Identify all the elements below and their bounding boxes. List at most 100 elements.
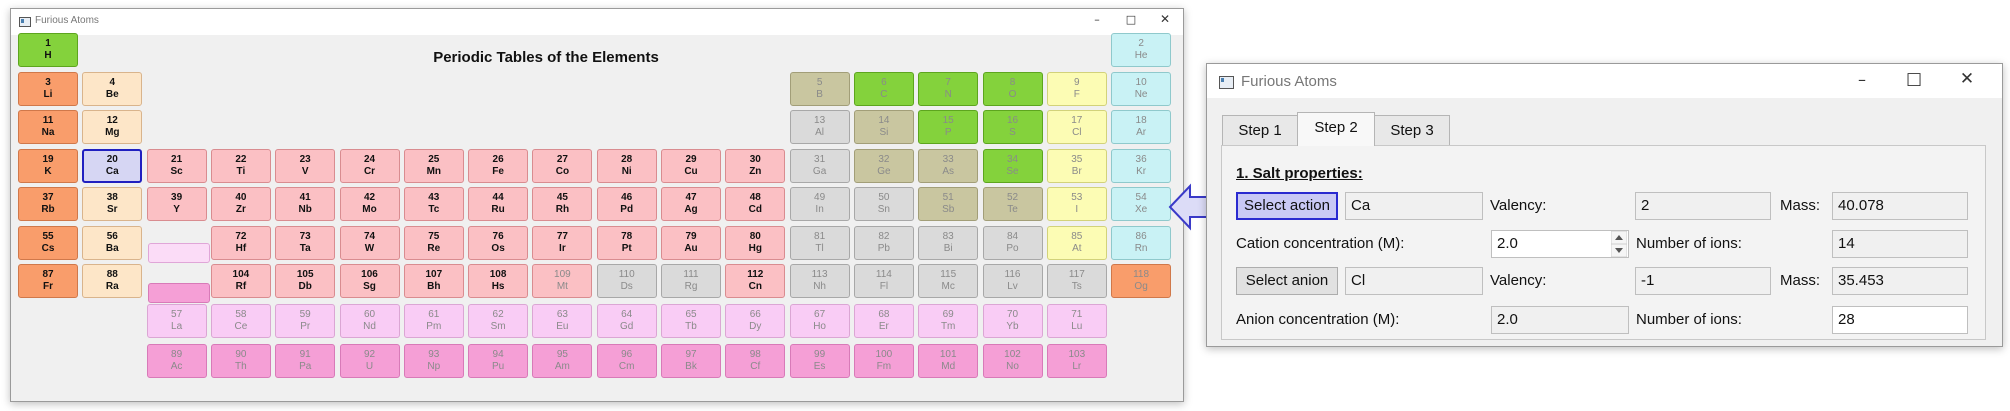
- spin-buttons[interactable]: [1610, 230, 1628, 258]
- anion-valency-field[interactable]: -1: [1635, 267, 1771, 295]
- element-cell-p[interactable]: 15 P: [918, 110, 979, 144]
- element-cell-eu[interactable]: 63 Eu: [532, 303, 593, 338]
- element-cell-au[interactable]: 79 Au: [661, 225, 721, 260]
- element-cell-s[interactable]: 16 S: [982, 110, 1043, 144]
- anion-field[interactable]: Cl: [1345, 267, 1483, 295]
- element-cell-tc[interactable]: 43 Tc: [403, 187, 464, 221]
- element-cell-nd[interactable]: 60 Nd: [339, 303, 400, 338]
- element-cell-er[interactable]: 68 Er: [853, 303, 914, 338]
- element-cell-fl[interactable]: 114 Fl: [853, 264, 914, 298]
- element-cell-lr[interactable]: 103 Lr: [1046, 343, 1107, 378]
- element-cell-hf[interactable]: 72 Hf: [210, 225, 271, 260]
- element-cell-ba[interactable]: 56 Ba: [82, 225, 143, 260]
- element-cell-k[interactable]: 19 K: [18, 148, 78, 183]
- element-cell-og[interactable]: 118 Og: [1111, 264, 1172, 298]
- element-cell-rf[interactable]: 104 Rf: [210, 264, 271, 298]
- element-cell-b[interactable]: 5B: [789, 71, 850, 106]
- element-cell-am[interactable]: 95 Am: [532, 343, 593, 378]
- element-cell-f[interactable]: 9F: [1046, 71, 1107, 106]
- element-cell-np[interactable]: 93 Np: [403, 343, 464, 378]
- element-cell-he[interactable]: 2 He: [1111, 33, 1172, 67]
- select-anion-button[interactable]: Select anion: [1236, 267, 1338, 295]
- element-cell-mc[interactable]: 115 Mc: [918, 264, 979, 298]
- element-cell-tb[interactable]: 65 Tb: [661, 303, 721, 338]
- element-cell-pd[interactable]: 46 Pd: [596, 187, 657, 221]
- element-cell-te[interactable]: 52 Te: [982, 187, 1043, 221]
- maximize-icon[interactable]: □: [1121, 13, 1141, 26]
- element-cell-ti[interactable]: 22 Ti: [210, 148, 271, 183]
- element-cell-dy[interactable]: 66 Dy: [725, 303, 786, 338]
- close-icon[interactable]: ✕: [1952, 69, 1982, 89]
- element-cell-ts[interactable]: 117 Ts: [1046, 264, 1107, 298]
- element-cell-ar[interactable]: 18 Ar: [1111, 110, 1172, 144]
- tab-step-2[interactable]: Step 2: [1297, 112, 1375, 146]
- element-cell-cu[interactable]: 29 Cu: [661, 148, 721, 183]
- maximize-icon[interactable]: □: [1899, 69, 1929, 89]
- element-cell-o[interactable]: 8O: [982, 71, 1043, 106]
- tab-step-3[interactable]: Step 3: [1374, 115, 1450, 145]
- element-cell-n[interactable]: 7N: [918, 71, 979, 106]
- element-cell-c[interactable]: 6C: [853, 71, 914, 106]
- element-cell-no[interactable]: 102 No: [982, 343, 1043, 378]
- element-cell-pu[interactable]: 94 Pu: [468, 343, 529, 378]
- element-cell-md[interactable]: 101 Md: [918, 343, 979, 378]
- element-cell-pt[interactable]: 78 Pt: [596, 225, 657, 260]
- element-cell-cf[interactable]: 98 Cf: [725, 343, 786, 378]
- element-cell-rb[interactable]: 37 Rb: [18, 187, 78, 221]
- element-cell-cs[interactable]: 55 Cs: [18, 225, 78, 260]
- element-cell-pr[interactable]: 59 Pr: [275, 303, 336, 338]
- element-cell-at[interactable]: 85 At: [1046, 225, 1107, 260]
- element-cell-ru[interactable]: 44 Ru: [468, 187, 529, 221]
- element-cell-sr[interactable]: 38 Sr: [82, 187, 143, 221]
- element-cell-co[interactable]: 27 Co: [532, 148, 593, 183]
- cation-field[interactable]: Ca: [1345, 192, 1483, 220]
- anion-mass-field[interactable]: 35.453: [1832, 267, 1968, 295]
- element-cell-bh[interactable]: 107 Bh: [403, 264, 464, 298]
- element-cell-yb[interactable]: 70 Yb: [982, 303, 1043, 338]
- element-cell-mt[interactable]: 109 Mt: [532, 264, 593, 298]
- element-cell-mn[interactable]: 25 Mn: [403, 148, 464, 183]
- element-cell-ni[interactable]: 28 Ni: [596, 148, 657, 183]
- anion-ions-field[interactable]: 28: [1832, 306, 1968, 334]
- element-cell-ta[interactable]: 73 Ta: [275, 225, 336, 260]
- element-cell-es[interactable]: 99 Es: [789, 343, 850, 378]
- element-cell-w[interactable]: 74 W: [339, 225, 400, 260]
- element-cell-ne[interactable]: 10 Ne: [1111, 71, 1172, 106]
- element-cell-u[interactable]: 92 U: [339, 343, 400, 378]
- element-cell-os[interactable]: 76 Os: [468, 225, 529, 260]
- element-cell-zr[interactable]: 40 Zr: [210, 187, 271, 221]
- element-cell-mg[interactable]: 12 Mg: [82, 110, 143, 144]
- element-cell-po[interactable]: 84 Po: [982, 225, 1043, 260]
- element-cell-as[interactable]: 33 As: [918, 148, 979, 183]
- element-cell-fe[interactable]: 26 Fe: [468, 148, 529, 183]
- element-cell-sg[interactable]: 106 Sg: [339, 264, 400, 298]
- element-cell-ge[interactable]: 32 Ge: [853, 148, 914, 183]
- tab-step-1[interactable]: Step 1: [1222, 115, 1298, 145]
- element-cell-cn[interactable]: 112 Cn: [725, 264, 786, 298]
- minimize-icon[interactable]: –: [1847, 70, 1877, 89]
- element-cell-fm[interactable]: 100 Fm: [853, 343, 914, 378]
- element-cell-sb[interactable]: 51 Sb: [918, 187, 979, 221]
- element-cell-pm[interactable]: 61 Pm: [403, 303, 464, 338]
- element-cell-rg[interactable]: 111 Rg: [661, 264, 721, 298]
- element-cell-h[interactable]: 1H: [18, 33, 78, 67]
- element-cell-si[interactable]: 14 Si: [853, 110, 914, 144]
- element-cell-kr[interactable]: 36 Kr: [1111, 148, 1172, 183]
- element-cell-gd[interactable]: 64 Gd: [596, 303, 657, 338]
- element-cell-la[interactable]: 57 La: [146, 303, 207, 338]
- element-cell-cr[interactable]: 24 Cr: [339, 148, 400, 183]
- element-cell-cd[interactable]: 48 Cd: [725, 187, 786, 221]
- element-cell-th[interactable]: 90 Th: [210, 343, 271, 378]
- element-cell-al[interactable]: 13 Al: [789, 110, 850, 144]
- cation-mass-field[interactable]: 40.078: [1832, 192, 1968, 220]
- element-cell-ga[interactable]: 31 Ga: [789, 148, 850, 183]
- element-cell-i[interactable]: 53 I: [1046, 187, 1107, 221]
- element-cell-ce[interactable]: 58 Ce: [210, 303, 271, 338]
- element-cell-v[interactable]: 23 V: [275, 148, 336, 183]
- element-cell-pb[interactable]: 82 Pb: [853, 225, 914, 260]
- anion-concentration-field[interactable]: 2.0: [1491, 306, 1629, 334]
- element-cell-nh[interactable]: 113 Nh: [789, 264, 850, 298]
- element-cell-db[interactable]: 105 Db: [275, 264, 336, 298]
- element-cell-fr[interactable]: 87 Fr: [18, 264, 78, 298]
- cation-valency-field[interactable]: 2: [1635, 192, 1771, 220]
